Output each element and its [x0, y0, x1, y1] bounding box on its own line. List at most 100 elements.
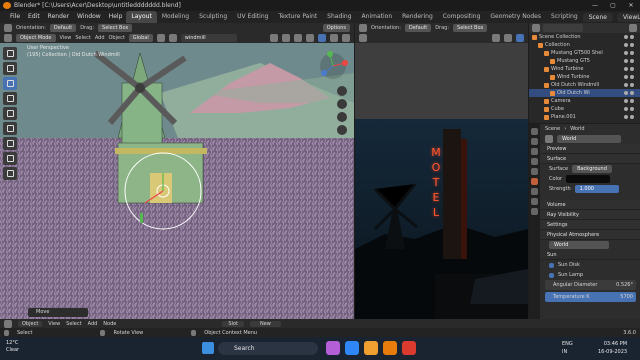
select-tool[interactable] [3, 47, 17, 60]
render-orientation-dropdown[interactable]: Default [404, 24, 432, 32]
world-name-field[interactable]: World [557, 135, 621, 143]
tab-texture-paint[interactable]: Texture Paint [273, 11, 322, 23]
outliner-row[interactable]: Plane.001 [529, 113, 640, 121]
measure-tool[interactable] [3, 152, 17, 165]
menu-window[interactable]: Window [73, 11, 105, 23]
visibility-toggle-icon[interactable] [624, 107, 640, 111]
new-material-button[interactable]: New [249, 320, 281, 327]
language-indicator[interactable]: ENG IN [562, 340, 573, 356]
shading-rendered-icon[interactable] [342, 34, 350, 42]
add-cube-tool[interactable] [3, 167, 17, 180]
app-icon[interactable] [326, 341, 340, 355]
outliner-row[interactable]: Old Dutch Windmill [529, 81, 640, 89]
scale-tool[interactable] [3, 107, 17, 120]
visibility-toggle-icon[interactable] [624, 51, 640, 55]
section-surface[interactable]: Surface [541, 154, 640, 164]
sun-lamp-checkbox[interactable] [549, 272, 554, 278]
clock[interactable]: 03:46 PM 16-09-2023 [598, 340, 627, 356]
tab-modeling[interactable]: Modeling [157, 11, 194, 23]
render-tab-icon[interactable] [531, 138, 538, 145]
menu-view[interactable]: View [60, 33, 72, 43]
tab-rendering[interactable]: Rendering [397, 11, 438, 23]
temperature-row[interactable]: Temperature K 5700 [545, 292, 636, 302]
proportional-edit-icon[interactable] [168, 34, 177, 42]
object-tab-icon[interactable] [531, 188, 538, 195]
scene-tab-icon[interactable] [531, 168, 538, 175]
menu-add[interactable]: Add [95, 33, 105, 43]
render-drag-dropdown[interactable]: Select Box [453, 24, 488, 32]
visibility-toggle-icon[interactable] [624, 43, 640, 47]
object-type-dropdown[interactable]: Object [18, 320, 43, 327]
visibility-toggle-icon[interactable] [624, 91, 640, 95]
section-settings[interactable]: Settings [541, 220, 640, 230]
angular-diameter-row[interactable]: Angular Diameter 0.526° [545, 280, 636, 290]
view-layer-tab-icon[interactable] [531, 158, 538, 165]
atmo-world-field[interactable]: World [549, 241, 609, 249]
tab-compositing[interactable]: Compositing [438, 11, 486, 23]
maximize-button[interactable]: ▢ [604, 0, 622, 11]
section-preview[interactable]: Preview [541, 144, 640, 154]
tab-geometry-nodes[interactable]: Geometry Nodes [485, 11, 546, 23]
rotate-tool[interactable] [3, 92, 17, 105]
filter-icon[interactable] [629, 24, 637, 32]
surface-shader-dropdown[interactable]: Background [572, 165, 612, 173]
slot-dropdown[interactable]: Slot [222, 320, 244, 327]
outliner-row[interactable]: Old Dutch Wi [529, 89, 640, 97]
node-menu-add[interactable]: Add [88, 321, 98, 327]
render-overlay-icon[interactable] [504, 34, 512, 42]
overlay-icon[interactable] [294, 34, 302, 42]
render-visibility-icon[interactable] [492, 34, 500, 42]
section-volume[interactable]: Volume [541, 200, 640, 210]
blender-taskbar-icon[interactable] [383, 341, 397, 355]
output-tab-icon[interactable] [531, 148, 538, 155]
menu-help[interactable]: Help [105, 11, 127, 23]
strength-field[interactable]: 1.000 [574, 185, 619, 193]
render-shading-icon[interactable] [516, 34, 524, 42]
menu-edit[interactable]: Edit [24, 11, 44, 23]
tool-tab-icon[interactable] [531, 128, 538, 135]
scene-field[interactable]: Scene [582, 12, 613, 22]
gizmo-icon[interactable] [282, 34, 290, 42]
cursor-tool[interactable] [3, 62, 17, 75]
editor-type-icon[interactable] [4, 34, 12, 42]
xray-icon[interactable] [306, 34, 314, 42]
mode-dropdown[interactable]: Object Mode [16, 34, 56, 42]
section-ray-visibility[interactable]: Ray Visibility [541, 210, 640, 220]
outliner-row[interactable]: Mustang GT500 Shel [529, 49, 640, 57]
navigation-gizmo[interactable] [316, 51, 350, 141]
taskbar-search[interactable]: Search [218, 342, 318, 355]
tab-sculpting[interactable]: Sculpting [194, 11, 232, 23]
visibility-icon[interactable] [270, 34, 278, 42]
file-explorer-icon[interactable] [364, 341, 378, 355]
visibility-toggle-icon[interactable] [624, 35, 640, 39]
tab-shading[interactable]: Shading [322, 11, 356, 23]
windows-start-icon[interactable] [202, 342, 214, 354]
color-swatch[interactable] [566, 175, 611, 183]
orientation-dropdown[interactable]: Default [49, 24, 77, 32]
menu-file[interactable]: File [6, 11, 24, 23]
modifier-tab-icon[interactable] [531, 198, 538, 205]
render-editor-type-icon[interactable] [359, 34, 367, 42]
outliner-row[interactable]: Scene Collection [529, 33, 640, 41]
visibility-toggle-icon[interactable] [624, 75, 640, 79]
menu-render[interactable]: Render [44, 11, 73, 23]
operator-panel[interactable]: Move [28, 308, 88, 317]
visibility-toggle-icon[interactable] [624, 115, 640, 119]
node-menu-view[interactable]: View [48, 321, 60, 327]
shading-solid-icon[interactable] [318, 34, 326, 42]
close-button[interactable]: ✕ [622, 0, 640, 11]
outliner-type-icon[interactable] [532, 24, 540, 32]
edge-icon[interactable] [345, 341, 359, 355]
snap-icon[interactable] [156, 34, 165, 42]
search-field[interactable]: windmill [180, 34, 237, 42]
section-physical-atmosphere[interactable]: Physical Atmosphere [541, 230, 640, 240]
outliner-search-icon[interactable] [543, 24, 583, 32]
sun-disk-checkbox[interactable] [549, 262, 554, 268]
menu-object[interactable]: Object [109, 33, 125, 43]
viewport-3d[interactable]: User Perspective (195) Collection | Old … [0, 43, 354, 319]
render-preview[interactable]: M O T E L [355, 119, 528, 319]
visibility-toggle-icon[interactable] [624, 67, 640, 71]
outliner-row[interactable]: Cube [529, 105, 640, 113]
section-sun[interactable]: Sun [541, 250, 640, 260]
transform-orientation-dropdown[interactable]: Global [128, 34, 153, 42]
